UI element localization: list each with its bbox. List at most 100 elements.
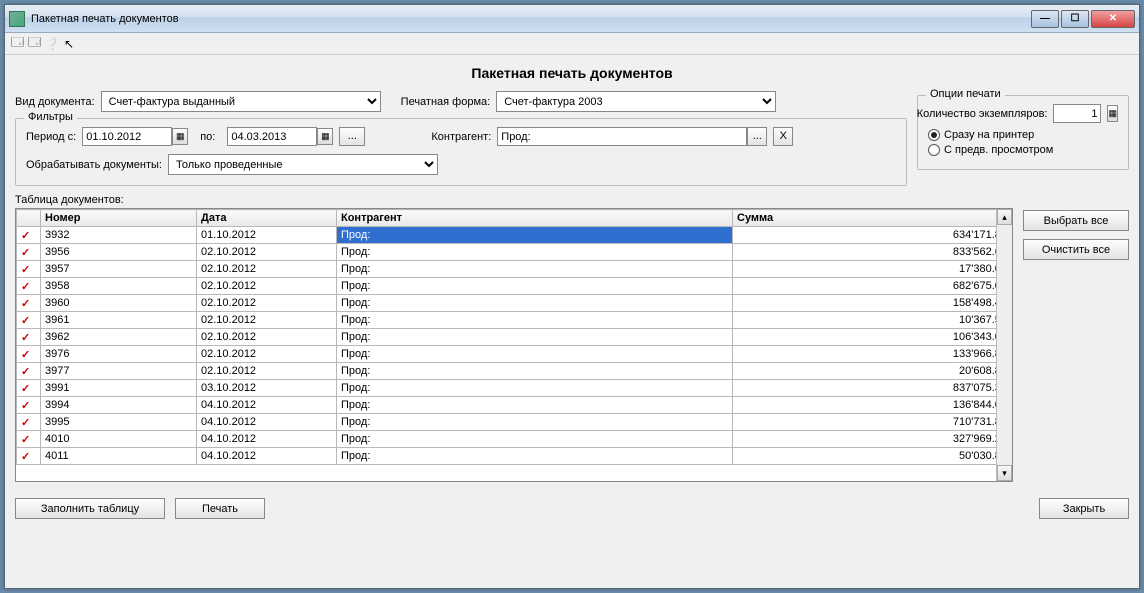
cell-contragent: Прод: bbox=[337, 227, 733, 244]
vertical-scrollbar[interactable]: ▴ ▾ bbox=[996, 209, 1012, 481]
cell-number: 3932 bbox=[41, 227, 197, 244]
table-row[interactable]: ✓397602.10.2012Прод:133'966.80 bbox=[17, 346, 1012, 363]
col-date-header[interactable]: Дата bbox=[197, 210, 337, 227]
cell-number: 4011 bbox=[41, 448, 197, 465]
cell-contragent: Прод: bbox=[337, 329, 733, 346]
process-docs-select[interactable]: Только проведенные bbox=[168, 154, 438, 175]
cell-contragent: Прод: bbox=[337, 363, 733, 380]
table-row[interactable]: ✓399404.10.2012Прод:136'844.08 bbox=[17, 397, 1012, 414]
cell-date: 02.10.2012 bbox=[197, 261, 337, 278]
cell-number: 3962 bbox=[41, 329, 197, 346]
calendar-to-icon[interactable]: ▦ bbox=[317, 128, 333, 145]
calculator-icon[interactable]: ▦ bbox=[1107, 105, 1118, 122]
row-check-icon[interactable]: ✓ bbox=[17, 261, 41, 278]
cursor-icon[interactable]: ↖ bbox=[64, 37, 74, 51]
help-icon[interactable]: ❔ bbox=[45, 37, 60, 51]
row-check-icon[interactable]: ✓ bbox=[17, 363, 41, 380]
cell-date: 02.10.2012 bbox=[197, 346, 337, 363]
table-row[interactable]: ✓393201.10.2012Прод:634'171.80 bbox=[17, 227, 1012, 244]
content: Пакетная печать документов Вид документа… bbox=[5, 55, 1139, 588]
table-row[interactable]: ✓396002.10.2012Прод:158'498.42 bbox=[17, 295, 1012, 312]
scroll-down-icon[interactable]: ▾ bbox=[997, 465, 1012, 481]
row-check-icon[interactable]: ✓ bbox=[17, 414, 41, 431]
period-from-input[interactable] bbox=[82, 127, 172, 146]
cell-number: 3995 bbox=[41, 414, 197, 431]
col-check-header[interactable] bbox=[17, 210, 41, 227]
print-button[interactable]: Печать bbox=[175, 498, 265, 519]
table-row[interactable]: ✓395702.10.2012Прод:17'380.00 bbox=[17, 261, 1012, 278]
scroll-up-icon[interactable]: ▴ bbox=[997, 209, 1012, 225]
cell-contragent: Прод: bbox=[337, 312, 733, 329]
cell-number: 3961 bbox=[41, 312, 197, 329]
period-to-input[interactable] bbox=[227, 127, 317, 146]
row-check-icon[interactable]: ✓ bbox=[17, 329, 41, 346]
print-form-label: Печатная форма: bbox=[401, 96, 491, 108]
process-docs-label: Обрабатывать документы: bbox=[26, 159, 162, 171]
radio-to-printer[interactable]: Сразу на принтер bbox=[928, 129, 1118, 141]
table-row[interactable]: ✓397702.10.2012Прод:20'608.80 bbox=[17, 363, 1012, 380]
select-all-button[interactable]: Выбрать все bbox=[1023, 210, 1129, 231]
maximize-button[interactable]: ☐ bbox=[1061, 10, 1089, 28]
cell-number: 3977 bbox=[41, 363, 197, 380]
cell-date: 04.10.2012 bbox=[197, 448, 337, 465]
table-label: Таблица документов: bbox=[15, 194, 1129, 206]
col-contragent-header[interactable]: Контрагент bbox=[337, 210, 733, 227]
period-ellipsis-button[interactable]: ... bbox=[339, 127, 365, 146]
cell-sum: 50'030.89 bbox=[733, 448, 1012, 465]
window-controls: — ☐ ✕ bbox=[1031, 10, 1135, 28]
row-check-icon[interactable]: ✓ bbox=[17, 346, 41, 363]
table-row[interactable]: ✓395602.10.2012Прод:833'562.65 bbox=[17, 244, 1012, 261]
print-options-legend: Опции печати bbox=[926, 88, 1005, 100]
table-row[interactable]: ✓396202.10.2012Прод:106'343.00 bbox=[17, 329, 1012, 346]
row-check-icon[interactable]: ✓ bbox=[17, 278, 41, 295]
cell-date: 04.10.2012 bbox=[197, 431, 337, 448]
toolbar-icon-1[interactable]: 🗔 bbox=[11, 33, 24, 54]
table-row[interactable]: ✓401104.10.2012Прод:50'030.89 bbox=[17, 448, 1012, 465]
contragent-input[interactable] bbox=[497, 127, 747, 146]
cell-contragent: Прод: bbox=[337, 414, 733, 431]
table-row[interactable]: ✓396102.10.2012Прод:10'367.55 bbox=[17, 312, 1012, 329]
cell-number: 4010 bbox=[41, 431, 197, 448]
documents-table[interactable]: Номер Дата Контрагент Сумма ✓393201.10.2… bbox=[15, 208, 1013, 482]
cell-number: 3957 bbox=[41, 261, 197, 278]
cell-sum: 837'075.33 bbox=[733, 380, 1012, 397]
col-sum-header[interactable]: Сумма bbox=[733, 210, 1012, 227]
row-check-icon[interactable]: ✓ bbox=[17, 312, 41, 329]
cell-date: 02.10.2012 bbox=[197, 295, 337, 312]
table-row[interactable]: ✓401004.10.2012Прод:327'969.26 bbox=[17, 431, 1012, 448]
table-row[interactable]: ✓395802.10.2012Прод:682'675.00 bbox=[17, 278, 1012, 295]
close-form-button[interactable]: Закрыть bbox=[1039, 498, 1129, 519]
table-row[interactable]: ✓399103.10.2012Прод:837'075.33 bbox=[17, 380, 1012, 397]
cell-date: 02.10.2012 bbox=[197, 329, 337, 346]
clear-all-button[interactable]: Очистить все bbox=[1023, 239, 1129, 260]
cell-date: 01.10.2012 bbox=[197, 227, 337, 244]
toolbar: 🗔 🗔 ❔ ↖ bbox=[5, 33, 1139, 55]
radio-with-preview[interactable]: С предв. просмотром bbox=[928, 144, 1118, 156]
cell-date: 02.10.2012 bbox=[197, 244, 337, 261]
col-number-header[interactable]: Номер bbox=[41, 210, 197, 227]
fill-table-button[interactable]: Заполнить таблицу bbox=[15, 498, 165, 519]
row-check-icon[interactable]: ✓ bbox=[17, 448, 41, 465]
close-button[interactable]: ✕ bbox=[1091, 10, 1135, 28]
cell-contragent: Прод: bbox=[337, 346, 733, 363]
contragent-ellipsis-button[interactable]: ... bbox=[747, 127, 767, 146]
row-check-icon[interactable]: ✓ bbox=[17, 227, 41, 244]
cell-sum: 106'343.00 bbox=[733, 329, 1012, 346]
row-check-icon[interactable]: ✓ bbox=[17, 397, 41, 414]
table-row[interactable]: ✓399504.10.2012Прод:710'731.84 bbox=[17, 414, 1012, 431]
contragent-clear-button[interactable]: X bbox=[773, 127, 793, 146]
row-check-icon[interactable]: ✓ bbox=[17, 380, 41, 397]
toolbar-icon-2[interactable]: 🗔 bbox=[28, 33, 41, 54]
cell-number: 3976 bbox=[41, 346, 197, 363]
scroll-track[interactable] bbox=[997, 225, 1012, 465]
minimize-button[interactable]: — bbox=[1031, 10, 1059, 28]
row-check-icon[interactable]: ✓ bbox=[17, 244, 41, 261]
row-check-icon[interactable]: ✓ bbox=[17, 431, 41, 448]
cell-number: 3994 bbox=[41, 397, 197, 414]
copies-input[interactable] bbox=[1053, 104, 1101, 123]
row-check-icon[interactable]: ✓ bbox=[17, 295, 41, 312]
print-form-select[interactable]: Счет-фактура 2003 bbox=[496, 91, 776, 112]
cell-sum: 17'380.00 bbox=[733, 261, 1012, 278]
doc-type-select[interactable]: Счет-фактура выданный bbox=[101, 91, 381, 112]
calendar-from-icon[interactable]: ▦ bbox=[172, 128, 188, 145]
